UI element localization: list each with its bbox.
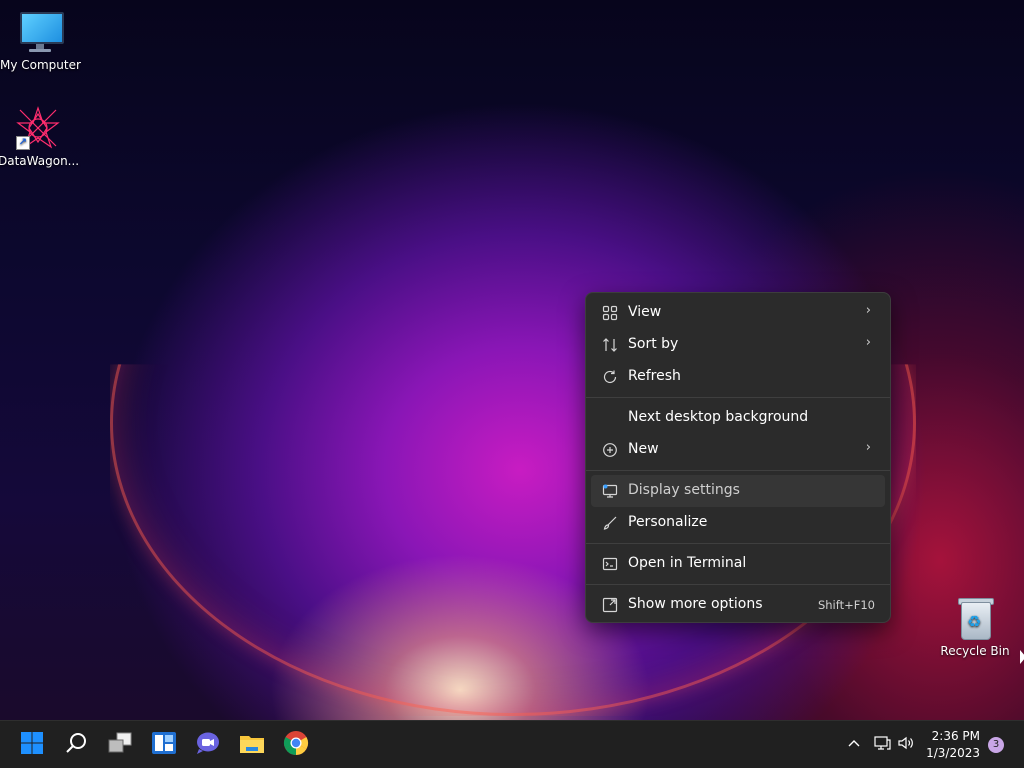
menu-separator	[586, 397, 890, 398]
clock-date: 1/3/2023	[926, 746, 980, 760]
taskbar-clock[interactable]: 2:36 PM 1/3/2023	[926, 728, 980, 762]
plus-circle-icon	[601, 441, 619, 459]
chevron-right-icon: ›	[865, 440, 871, 455]
search-button[interactable]	[60, 729, 92, 761]
chevron-right-icon: ›	[865, 303, 871, 318]
desktop-context-menu: View › Sort by › Refresh Next desktop ba…	[585, 292, 891, 623]
desktop-icon-datawagon[interactable]: ↗ DataWagon...	[0, 106, 80, 168]
volume-icon	[897, 734, 915, 756]
task-view-button[interactable]	[104, 729, 136, 761]
menu-item-next-desktop-background[interactable]: Next desktop background	[591, 402, 885, 434]
widgets-button[interactable]	[148, 729, 180, 761]
widgets-icon	[151, 731, 177, 759]
menu-separator	[586, 470, 890, 471]
notification-badge[interactable]: 3	[988, 737, 1004, 753]
menu-separator	[586, 543, 890, 544]
recycle-bin-icon: ♻	[953, 596, 997, 640]
file-explorer-icon	[239, 731, 265, 759]
shortcut-arrow-icon: ↗	[16, 136, 30, 150]
menu-item-open-in-terminal[interactable]: Open in Terminal	[591, 548, 885, 580]
mouse-cursor-icon	[1020, 650, 1024, 664]
volume-button[interactable]	[892, 729, 920, 761]
chrome-button[interactable]	[280, 729, 312, 761]
teams-chat-button[interactable]	[192, 729, 224, 761]
menu-item-display-settings[interactable]: Display settings	[591, 475, 885, 507]
menu-item-personalize[interactable]: Personalize	[591, 507, 885, 539]
network-icon	[873, 734, 891, 756]
keyboard-shortcut: Shift+F10	[817, 598, 875, 612]
chrome-icon	[283, 730, 309, 760]
chevron-up-icon	[847, 736, 861, 755]
file-explorer-button[interactable]	[236, 729, 268, 761]
monitor-icon	[18, 10, 64, 54]
menu-item-view[interactable]: View ›	[591, 297, 885, 329]
menu-item-show-more-options[interactable]: Show more options Shift+F10	[591, 589, 885, 621]
desktop-icon-label: Recycle Bin	[940, 644, 1010, 658]
start-button[interactable]	[16, 729, 48, 761]
grid-icon	[601, 304, 619, 322]
menu-separator	[586, 584, 890, 585]
menu-item-new[interactable]: New ›	[591, 434, 885, 466]
chevron-right-icon: ›	[865, 335, 871, 350]
start-icon	[20, 731, 44, 759]
clock-time: 2:36 PM	[931, 729, 980, 743]
desktop-icon-label: My Computer	[0, 58, 81, 72]
refresh-icon	[601, 368, 619, 386]
show-hidden-icons-button[interactable]	[838, 729, 870, 761]
desktop-icon-my-computer[interactable]: My Computer	[0, 10, 81, 72]
display-icon	[601, 482, 619, 500]
search-icon	[64, 731, 88, 759]
terminal-icon	[601, 555, 619, 573]
sort-arrows-icon	[601, 336, 619, 354]
expand-icon	[601, 596, 619, 614]
menu-item-refresh[interactable]: Refresh	[591, 361, 885, 393]
datawagon-app-icon: ↗	[16, 106, 60, 150]
brush-icon	[601, 514, 619, 532]
task-view-icon	[107, 731, 133, 759]
taskbar: 2:36 PM 1/3/2023 3	[0, 720, 1024, 768]
desktop-icon-label: DataWagon...	[0, 154, 80, 168]
teams-chat-icon	[195, 731, 221, 759]
desktop-icon-recycle-bin[interactable]: ♻ Recycle Bin	[935, 596, 1015, 658]
menu-item-sort-by[interactable]: Sort by ›	[591, 329, 885, 361]
